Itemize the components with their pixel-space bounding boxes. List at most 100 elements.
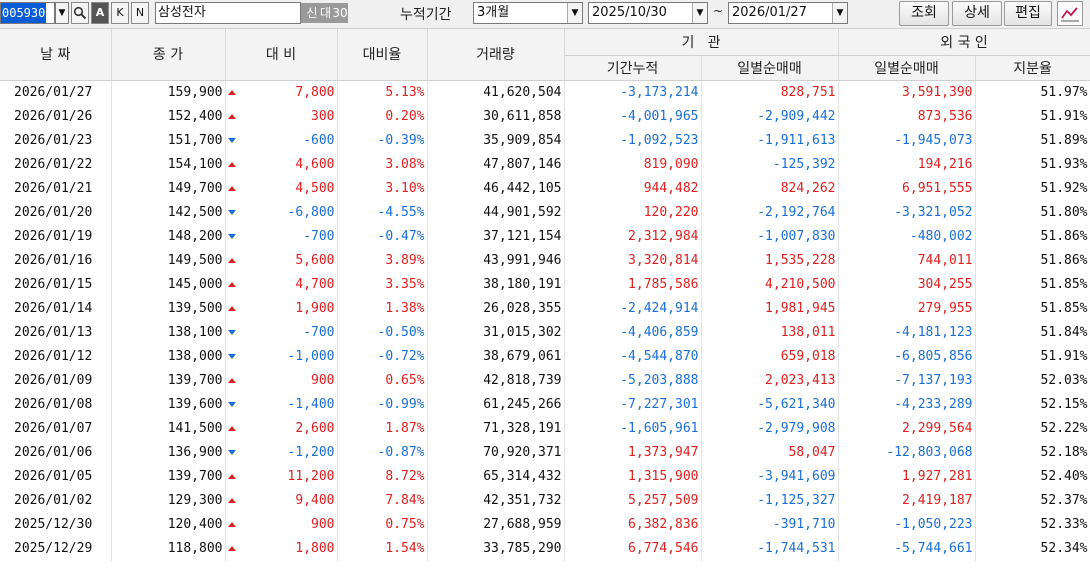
table-row[interactable]: 2025/12/29 118,800 1,800 1.54% 33,785,290 6,7… (0, 536, 1090, 561)
up-triangle-icon (227, 161, 236, 167)
cell-date: 2026/01/07 (0, 416, 112, 441)
search-icon[interactable] (71, 2, 89, 24)
table-row[interactable]: 2026/01/23 151,700 -600 -0.39% 35,909,854 -1,… (0, 128, 1090, 153)
cell-inst-daily-value: -1,125,327 (757, 493, 836, 508)
cell-foreign-share: 51.91% (975, 344, 1090, 369)
cell-inst-daily-value: -391,710 (772, 517, 836, 532)
table-row[interactable]: 2026/01/14 139,500 1,900 1.38% 26,028,355 -2,… (0, 296, 1090, 321)
table-body: 2026/01/27 159,900 7,800 5.13% 41,620,504 -3,… (0, 80, 1090, 561)
cell-change-rate-value: 7.84% (385, 493, 425, 508)
cell-date: 2026/01/27 (0, 80, 112, 105)
cell-foreign-daily-value: 279,955 (917, 301, 973, 316)
table-row[interactable]: 2026/01/21 149,700 4,500 3.10% 46,442,105 944… (0, 176, 1090, 201)
table-row[interactable]: 2026/01/15 145,000 4,700 3.35% 38,180,191 1,7… (0, 272, 1090, 297)
header-inst-daily[interactable]: 일별순매매 (701, 55, 839, 81)
cell-inst-daily: -5,621,340 (701, 392, 839, 417)
start-date-field[interactable]: 2025/10/30 ▼ (588, 2, 708, 24)
cell-change-rate: 8.72% (337, 464, 428, 489)
table-row[interactable]: 2026/01/27 159,900 7,800 5.13% 41,620,504 -3,… (0, 80, 1090, 105)
up-triangle-icon (227, 257, 236, 263)
header-inst-cumulative[interactable]: 기간누적 (564, 55, 702, 81)
cell-volume-value: 42,351,732 (483, 493, 562, 508)
up-triangle-icon (227, 545, 236, 551)
edit-button[interactable]: 편집 (1004, 1, 1052, 26)
header-volume[interactable]: 거래량 (427, 29, 565, 81)
table-row[interactable]: 2026/01/09 139,700 900 0.65% 42,818,739 -5,20… (0, 368, 1090, 393)
cell-foreign-share-value: 51.89% (1040, 133, 1088, 148)
table-row[interactable]: 2026/01/13 138,100 -700 -0.50% 31,015,302 -4,… (0, 320, 1090, 345)
cell-foreign-daily-value: -4,233,289 (894, 397, 973, 412)
end-date-field[interactable]: 2026/01/27 ▼ (728, 2, 848, 24)
table-row[interactable]: 2026/01/22 154,100 4,600 3.08% 47,807,146 819… (0, 152, 1090, 177)
mode-n-button[interactable]: N (131, 2, 149, 24)
table-row[interactable]: 2026/01/16 149,500 5,600 3.89% 43,991,946 3,3… (0, 248, 1090, 273)
header-change[interactable]: 대 비 (225, 29, 338, 81)
cell-inst-daily-value: 4,210,500 (765, 277, 836, 292)
cell-close-value: 154,100 (167, 157, 223, 172)
table-row[interactable]: 2026/01/07 141,500 2,600 1.87% 71,328,191 -1,… (0, 416, 1090, 441)
cell-volume: 31,015,302 (427, 320, 565, 345)
query-button[interactable]: 조회 (899, 1, 949, 26)
table-row[interactable]: 2026/01/02 129,300 9,400 7.84% 42,351,732 5,2… (0, 488, 1090, 513)
cell-change: 1,900 (225, 296, 338, 321)
stock-name-field[interactable]: 삼성전자 (155, 2, 301, 24)
cell-volume: 47,807,146 (427, 152, 565, 177)
date-range-tilde: ~ (713, 4, 724, 18)
table-row[interactable]: 2026/01/08 139,600 -1,400 -0.99% 61,245,266 -… (0, 392, 1090, 417)
cell-inst-daily-value: -5,621,340 (757, 397, 836, 412)
cell-foreign-daily: -4,181,123 (838, 320, 976, 345)
cell-date: 2026/01/21 (0, 176, 112, 201)
cell-foreign-daily: -6,805,856 (838, 344, 976, 369)
mode-k-button[interactable]: K (111, 2, 129, 24)
table-row[interactable]: 2026/01/26 152,400 300 0.20% 30,611,858 -4,00… (0, 104, 1090, 129)
cell-change-value: -600 (303, 133, 335, 148)
header-close[interactable]: 종 가 (111, 29, 226, 81)
table-row[interactable]: 2026/01/12 138,000 -1,000 -0.72% 38,679,061 -… (0, 344, 1090, 369)
cell-change-value: 900 (311, 517, 335, 532)
table-row[interactable]: 2025/12/30 120,400 900 0.75% 27,688,959 6,382… (0, 512, 1090, 537)
cell-inst-daily-value: -1,007,830 (757, 229, 836, 244)
cell-inst-daily-value: -3,941,609 (757, 469, 836, 484)
cell-foreign-share: 52.37% (975, 488, 1090, 513)
cell-close: 149,500 (111, 248, 226, 273)
cell-foreign-share: 52.15% (975, 392, 1090, 417)
cell-inst-cumulative-value: 120,220 (643, 205, 699, 220)
table-row[interactable]: 2026/01/06 136,900 -1,200 -0.87% 70,920,371 1… (0, 440, 1090, 465)
cell-foreign-daily-value: 744,011 (917, 253, 973, 268)
cell-change-value: 7,800 (295, 85, 335, 100)
cell-close-value: 139,700 (167, 373, 223, 388)
stock-code-input[interactable]: 005930 (0, 2, 55, 24)
chart-icon[interactable] (1057, 1, 1083, 26)
cell-foreign-daily: -5,744,661 (838, 536, 976, 561)
cell-inst-daily: -2,909,442 (701, 104, 839, 129)
table-row[interactable]: 2026/01/05 139,700 11,200 8.72% 65,314,432 1,… (0, 464, 1090, 489)
header-date[interactable]: 날 짜 (0, 29, 112, 81)
cell-close: 136,900 (111, 440, 226, 465)
cell-close-value: 152,400 (167, 109, 223, 124)
cell-foreign-share-value: 51.80% (1040, 205, 1088, 220)
mode-a-button[interactable]: A (91, 2, 109, 24)
cell-foreign-share: 52.22% (975, 416, 1090, 441)
table-row[interactable]: 2026/01/20 142,500 -6,800 -4.55% 44,901,592 1… (0, 200, 1090, 225)
cell-date-value: 2026/01/02 (14, 493, 93, 508)
cell-foreign-daily-value: -5,744,661 (894, 541, 973, 556)
cell-date: 2026/01/09 (0, 368, 112, 393)
cell-foreign-share-value: 52.34% (1040, 541, 1088, 556)
stock-code-dropdown-arrow[interactable]: ▼ (55, 2, 69, 24)
up-triangle-icon (227, 305, 236, 311)
cell-date: 2026/01/14 (0, 296, 112, 321)
cell-foreign-share-value: 52.22% (1040, 421, 1088, 436)
header-foreign-daily[interactable]: 일별순매매 (838, 55, 976, 81)
header-foreign-share[interactable]: 지분율 (975, 55, 1090, 81)
cell-close-value: 138,100 (167, 325, 223, 340)
cell-foreign-share-value: 52.33% (1040, 517, 1088, 532)
table-row[interactable]: 2026/01/19 148,200 -700 -0.47% 37,121,154 2,3… (0, 224, 1090, 249)
cell-date: 2025/12/29 (0, 536, 112, 561)
cell-change-value: 900 (311, 373, 335, 388)
period-select[interactable]: 3개월 ▼ (473, 2, 583, 24)
header-change-rate[interactable]: 대비율 (337, 29, 428, 81)
cell-foreign-daily-value: -480,002 (909, 229, 973, 244)
detail-button[interactable]: 상세 (952, 1, 1002, 26)
cell-foreign-daily: -3,321,052 (838, 200, 976, 225)
cell-date-value: 2026/01/05 (14, 469, 93, 484)
